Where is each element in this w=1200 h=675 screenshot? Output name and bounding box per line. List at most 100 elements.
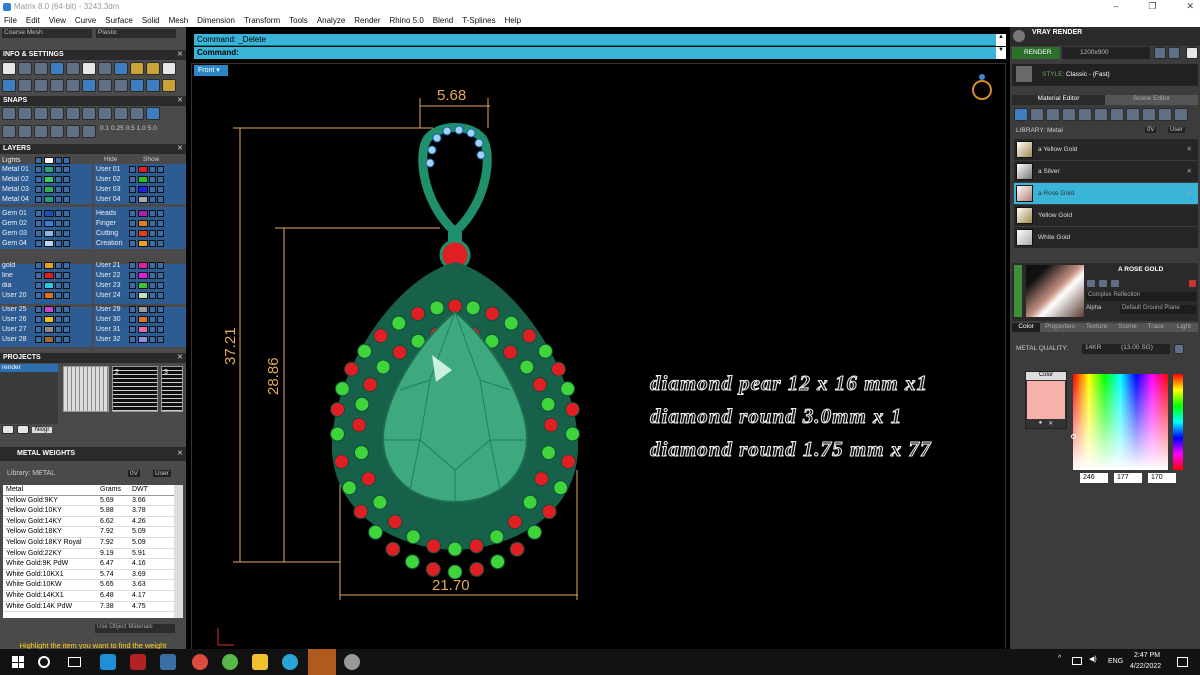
stripes-icon[interactable] bbox=[1078, 108, 1092, 121]
remove-icon[interactable]: ✕ bbox=[1187, 167, 1192, 175]
network-icon[interactable] bbox=[1072, 657, 1082, 665]
halo-stone bbox=[519, 359, 535, 375]
halo-stone bbox=[468, 538, 484, 554]
halo-stone bbox=[392, 344, 408, 360]
halo-stone bbox=[507, 514, 523, 530]
halo-stone bbox=[560, 381, 576, 397]
blue-value[interactable]: 170 bbox=[1148, 473, 1176, 483]
camera-icon[interactable] bbox=[1154, 47, 1166, 59]
settings-icon[interactable] bbox=[1186, 47, 1198, 59]
edge-icon[interactable] bbox=[100, 654, 116, 670]
hatch-icon[interactable] bbox=[1094, 108, 1108, 121]
gem-icon[interactable] bbox=[1030, 108, 1044, 121]
green-value[interactable]: 177 bbox=[1114, 473, 1142, 483]
halo-stone bbox=[344, 361, 360, 377]
app-blue-icon[interactable] bbox=[282, 654, 298, 670]
material-item[interactable]: a Silver ✕ bbox=[1014, 161, 1198, 182]
subtab-properties[interactable]: Properties bbox=[1040, 323, 1080, 332]
save-icon[interactable] bbox=[1110, 279, 1120, 288]
frame-icon[interactable] bbox=[1168, 47, 1180, 59]
subtab-trace[interactable]: Trace bbox=[1141, 323, 1170, 332]
render-button[interactable]: RENDER bbox=[1012, 47, 1060, 59]
clock-time[interactable]: 2:47 PM bbox=[1134, 652, 1160, 659]
material-item[interactable]: a Yellow Gold ✕ bbox=[1014, 139, 1198, 160]
app-gray-icon[interactable] bbox=[344, 654, 360, 670]
red-value[interactable]: 246 bbox=[1080, 473, 1108, 483]
halo-stone bbox=[503, 315, 519, 331]
tab-scene-editor[interactable]: Scene Editor bbox=[1105, 95, 1198, 105]
subtab-color[interactable]: Color bbox=[1012, 323, 1041, 332]
remove-icon[interactable]: ✕ bbox=[1187, 189, 1192, 197]
material-item[interactable]: White Gold bbox=[1014, 227, 1198, 248]
hue-slider[interactable] bbox=[1173, 374, 1183, 470]
ring-view-icon[interactable] bbox=[972, 80, 992, 100]
mat-0v-button[interactable]: 0V bbox=[1145, 127, 1157, 133]
remove-icon[interactable]: ✕ bbox=[1187, 145, 1192, 153]
edit-icon[interactable] bbox=[1098, 279, 1108, 288]
sphere-icon[interactable] bbox=[1062, 108, 1076, 121]
halo-stone bbox=[387, 514, 403, 530]
halo-stone bbox=[362, 377, 378, 393]
app-red-icon[interactable] bbox=[130, 654, 146, 670]
brush-icon[interactable] bbox=[1014, 108, 1028, 121]
light-bulb-icon[interactable] bbox=[1142, 108, 1156, 121]
ground-plane-select[interactable]: Default Ground Plane bbox=[1120, 305, 1196, 314]
swatch-actions: ● ✕ bbox=[1026, 420, 1066, 427]
checker-icon[interactable] bbox=[1126, 108, 1140, 121]
material-toolbar bbox=[1014, 108, 1188, 121]
search-icon[interactable] bbox=[38, 656, 50, 668]
subtab-texture[interactable]: Texture bbox=[1079, 323, 1114, 332]
app-window-icon[interactable] bbox=[160, 654, 176, 670]
matrix-app-icon[interactable] bbox=[308, 649, 336, 675]
metal-quality-select[interactable]: 14KR (13.00 SG) bbox=[1082, 344, 1170, 354]
material-item[interactable]: Yellow Gold bbox=[1014, 205, 1198, 226]
color-swatch[interactable] bbox=[1027, 381, 1065, 419]
halo-stone bbox=[354, 396, 370, 412]
halo-stone bbox=[465, 300, 481, 316]
halo-stone bbox=[509, 541, 525, 557]
halo-stone bbox=[490, 554, 506, 570]
language-indicator[interactable]: ENG bbox=[1108, 658, 1123, 665]
quality-options-icon[interactable] bbox=[1174, 344, 1184, 354]
reload-icon[interactable] bbox=[1188, 279, 1197, 288]
subtab-light[interactable]: Light bbox=[1169, 323, 1199, 332]
vray-header: VRAY RENDER bbox=[1010, 27, 1200, 46]
eyedropper-icon[interactable]: ● bbox=[1039, 420, 1043, 427]
halo-stone bbox=[334, 381, 350, 397]
folder-icon[interactable] bbox=[252, 654, 268, 670]
picker-cursor[interactable] bbox=[1071, 434, 1076, 439]
task-view-icon[interactable] bbox=[68, 657, 81, 667]
preview-side-tab[interactable] bbox=[1014, 265, 1022, 317]
bulb-icon[interactable] bbox=[1174, 108, 1188, 121]
material-item-selected[interactable]: a Rose Gold ✕ bbox=[1014, 183, 1198, 204]
clock-date[interactable]: 4/22/2022 bbox=[1130, 663, 1161, 670]
copy-icon[interactable] bbox=[1086, 279, 1096, 288]
reflection-select[interactable]: Complex Reflection bbox=[1086, 292, 1196, 301]
tray-up-icon[interactable]: ^ bbox=[1058, 655, 1061, 662]
vray-logo-icon bbox=[1013, 30, 1025, 42]
drop-icon[interactable] bbox=[1046, 108, 1060, 121]
spec-round-175mm: diamond round 1.75 mm x 77 bbox=[650, 437, 932, 462]
start-icon[interactable] bbox=[12, 656, 24, 668]
halo-stone bbox=[373, 328, 389, 344]
material-thumb bbox=[1016, 185, 1033, 202]
resolution-select[interactable]: 1200x900 bbox=[1062, 47, 1150, 59]
mat-user-button[interactable]: User bbox=[1168, 127, 1185, 133]
grid-icon[interactable] bbox=[1110, 108, 1124, 121]
app-green-icon[interactable] bbox=[222, 654, 238, 670]
halo-stone bbox=[561, 454, 576, 470]
style-preset[interactable]: STYLE: Classic - (Fast) bbox=[1012, 64, 1198, 86]
halo-stone bbox=[537, 343, 553, 359]
halo-stone bbox=[541, 504, 557, 520]
clear-color-icon[interactable]: ✕ bbox=[1048, 420, 1053, 427]
tab-material-editor[interactable]: Material Editor bbox=[1012, 95, 1105, 105]
metal-quality-value: 14KR bbox=[1085, 344, 1102, 351]
subtab-scene[interactable]: Scene bbox=[1113, 323, 1142, 332]
notification-icon[interactable] bbox=[1177, 657, 1188, 667]
volume-icon[interactable]: ◀) bbox=[1089, 655, 1097, 663]
halo-stone bbox=[385, 541, 401, 557]
color-picker[interactable] bbox=[1073, 374, 1168, 470]
material-thumb bbox=[1016, 163, 1033, 180]
chrome-icon[interactable] bbox=[192, 654, 208, 670]
env-icon[interactable] bbox=[1158, 108, 1172, 121]
